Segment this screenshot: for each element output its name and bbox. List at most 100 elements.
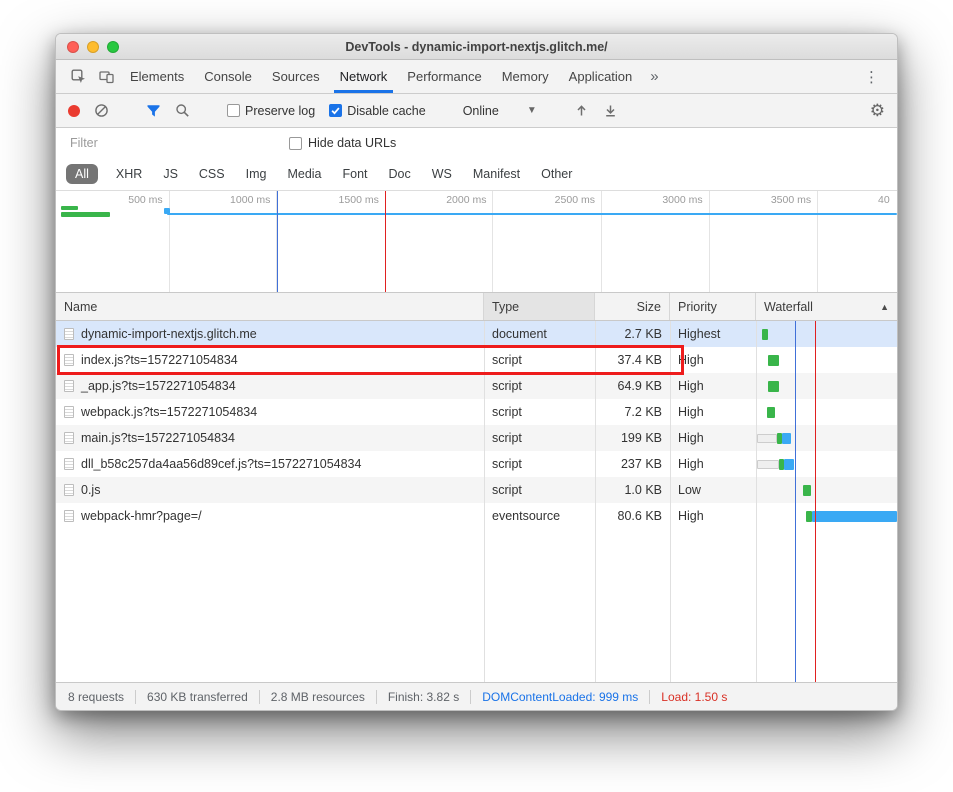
devtools-menu-icon[interactable]: ⋮ bbox=[856, 68, 887, 86]
checkbox-unchecked bbox=[227, 104, 240, 117]
request-size: 199 KB bbox=[595, 431, 670, 445]
request-priority: Low bbox=[670, 483, 756, 497]
request-name: webpack.js?ts=1572271054834 bbox=[81, 405, 257, 419]
traffic-lights bbox=[67, 41, 119, 53]
request-row[interactable]: webpack.js?ts=1572271054834 script 7.2 K… bbox=[56, 399, 897, 425]
request-waterfall bbox=[756, 477, 897, 503]
column-header-waterfall[interactable]: Waterfall ▲ bbox=[756, 293, 897, 320]
file-icon bbox=[64, 510, 74, 522]
request-priority: High bbox=[670, 379, 756, 393]
request-row[interactable]: index.js?ts=1572271054834 script 37.4 KB… bbox=[56, 347, 897, 373]
column-header-priority[interactable]: Priority bbox=[670, 293, 756, 320]
disable-cache-checkbox[interactable]: Disable cache bbox=[329, 104, 426, 118]
request-type: script bbox=[484, 353, 595, 367]
request-type: script bbox=[484, 457, 595, 471]
type-filter-img[interactable]: Img bbox=[243, 164, 270, 184]
request-size: 1.0 KB bbox=[595, 483, 670, 497]
column-header-size[interactable]: Size bbox=[595, 293, 670, 320]
export-har-icon[interactable] bbox=[603, 103, 618, 118]
preserve-log-checkbox[interactable]: Preserve log bbox=[227, 104, 315, 118]
time-tick-label: 3000 ms bbox=[643, 194, 703, 206]
request-row[interactable]: _app.js?ts=1572271054834 script 64.9 KB … bbox=[56, 373, 897, 399]
tab-network[interactable]: Network bbox=[330, 60, 398, 93]
gridline bbox=[492, 191, 493, 292]
tab-application[interactable]: Application bbox=[559, 60, 643, 93]
inspect-element-icon[interactable] bbox=[64, 60, 92, 93]
tab-performance[interactable]: Performance bbox=[397, 60, 491, 93]
overview-load-marker bbox=[385, 191, 386, 292]
throttling-dropdown[interactable]: Online ▼ bbox=[463, 104, 537, 118]
divider bbox=[259, 690, 260, 704]
type-filter-font[interactable]: Font bbox=[340, 164, 371, 184]
request-size: 7.2 KB bbox=[595, 405, 670, 419]
sort-ascending-icon: ▲ bbox=[880, 302, 889, 312]
type-filter-css[interactable]: CSS bbox=[196, 164, 228, 184]
devtools-window: DevTools - dynamic-import-nextjs.glitch.… bbox=[55, 33, 898, 711]
column-header-type[interactable]: Type bbox=[484, 293, 595, 320]
request-waterfall bbox=[756, 347, 897, 373]
request-row[interactable]: dynamic-import-nextjs.glitch.me document… bbox=[56, 321, 897, 347]
request-row[interactable]: main.js?ts=1572271054834 script 199 KB H… bbox=[56, 425, 897, 451]
search-icon[interactable] bbox=[175, 103, 190, 118]
request-size: 237 KB bbox=[595, 457, 670, 471]
request-waterfall bbox=[756, 321, 897, 347]
network-settings-gear-icon[interactable]: ⚙ bbox=[870, 102, 885, 119]
chevron-down-icon: ▼ bbox=[527, 105, 537, 116]
minimize-window-button[interactable] bbox=[87, 41, 99, 53]
filter-input[interactable] bbox=[68, 135, 263, 151]
request-table-body: dynamic-import-nextjs.glitch.me document… bbox=[56, 321, 897, 682]
gridline bbox=[169, 191, 170, 292]
type-filter-other[interactable]: Other bbox=[538, 164, 575, 184]
request-row[interactable]: 0.js script 1.0 KB Low bbox=[56, 477, 897, 503]
hide-data-urls-checkbox[interactable]: Hide data URLs bbox=[289, 136, 396, 150]
zoom-window-button[interactable] bbox=[107, 41, 119, 53]
timeline-overview[interactable]: 500 ms 1000 ms 1500 ms 2000 ms 2500 ms 3… bbox=[56, 191, 897, 293]
request-row[interactable]: dll_b58c257da4aa56d89cef.js?ts=157227105… bbox=[56, 451, 897, 477]
file-icon bbox=[64, 354, 74, 366]
resources-size: 2.8 MB resources bbox=[271, 690, 365, 704]
type-filter-doc[interactable]: Doc bbox=[386, 164, 414, 184]
type-filter-all[interactable]: All bbox=[66, 164, 98, 184]
type-filter-manifest[interactable]: Manifest bbox=[470, 164, 523, 184]
time-tick-label: 500 ms bbox=[103, 194, 163, 206]
type-filter-ws[interactable]: WS bbox=[429, 164, 455, 184]
gridline bbox=[817, 191, 818, 292]
import-har-icon[interactable] bbox=[574, 103, 589, 118]
request-size: 37.4 KB bbox=[595, 353, 670, 367]
requests-count: 8 requests bbox=[68, 690, 124, 704]
request-type: script bbox=[484, 405, 595, 419]
column-header-name[interactable]: Name bbox=[56, 293, 484, 320]
tab-memory[interactable]: Memory bbox=[492, 60, 559, 93]
column-separator bbox=[484, 321, 485, 682]
tab-sources[interactable]: Sources bbox=[262, 60, 330, 93]
column-separator bbox=[670, 321, 671, 682]
divider bbox=[649, 690, 650, 704]
request-priority: Highest bbox=[670, 327, 756, 341]
tab-console[interactable]: Console bbox=[194, 60, 262, 93]
file-icon bbox=[64, 458, 74, 470]
window-title: DevTools - dynamic-import-nextjs.glitch.… bbox=[345, 40, 607, 54]
request-name: index.js?ts=1572271054834 bbox=[81, 353, 238, 367]
close-window-button[interactable] bbox=[67, 41, 79, 53]
time-tick-label: 2500 ms bbox=[535, 194, 595, 206]
checkbox-unchecked bbox=[289, 137, 302, 150]
transferred-size: 630 KB transferred bbox=[147, 690, 248, 704]
request-priority: High bbox=[670, 457, 756, 471]
devtools-tab-bar: Elements Console Sources Network Perform… bbox=[56, 60, 897, 94]
filter-funnel-icon[interactable] bbox=[146, 103, 161, 118]
type-filter-xhr[interactable]: XHR bbox=[113, 164, 145, 184]
record-network-log-button[interactable] bbox=[68, 105, 80, 117]
gridline bbox=[601, 191, 602, 292]
device-toolbar-icon[interactable] bbox=[92, 60, 120, 93]
request-row[interactable]: webpack-hmr?page=/ eventsource 80.6 KB H… bbox=[56, 503, 897, 529]
time-tick-label: 3500 ms bbox=[751, 194, 811, 206]
network-filter-row: Hide data URLs bbox=[56, 128, 897, 158]
type-filter-media[interactable]: Media bbox=[284, 164, 324, 184]
tab-elements[interactable]: Elements bbox=[120, 60, 194, 93]
more-tabs-chevron-icon[interactable]: » bbox=[642, 60, 666, 93]
type-filter-js[interactable]: JS bbox=[160, 164, 181, 184]
clear-network-log-icon[interactable] bbox=[94, 103, 109, 118]
request-waterfall bbox=[756, 451, 897, 477]
request-type: document bbox=[484, 327, 595, 341]
request-type: script bbox=[484, 379, 595, 393]
